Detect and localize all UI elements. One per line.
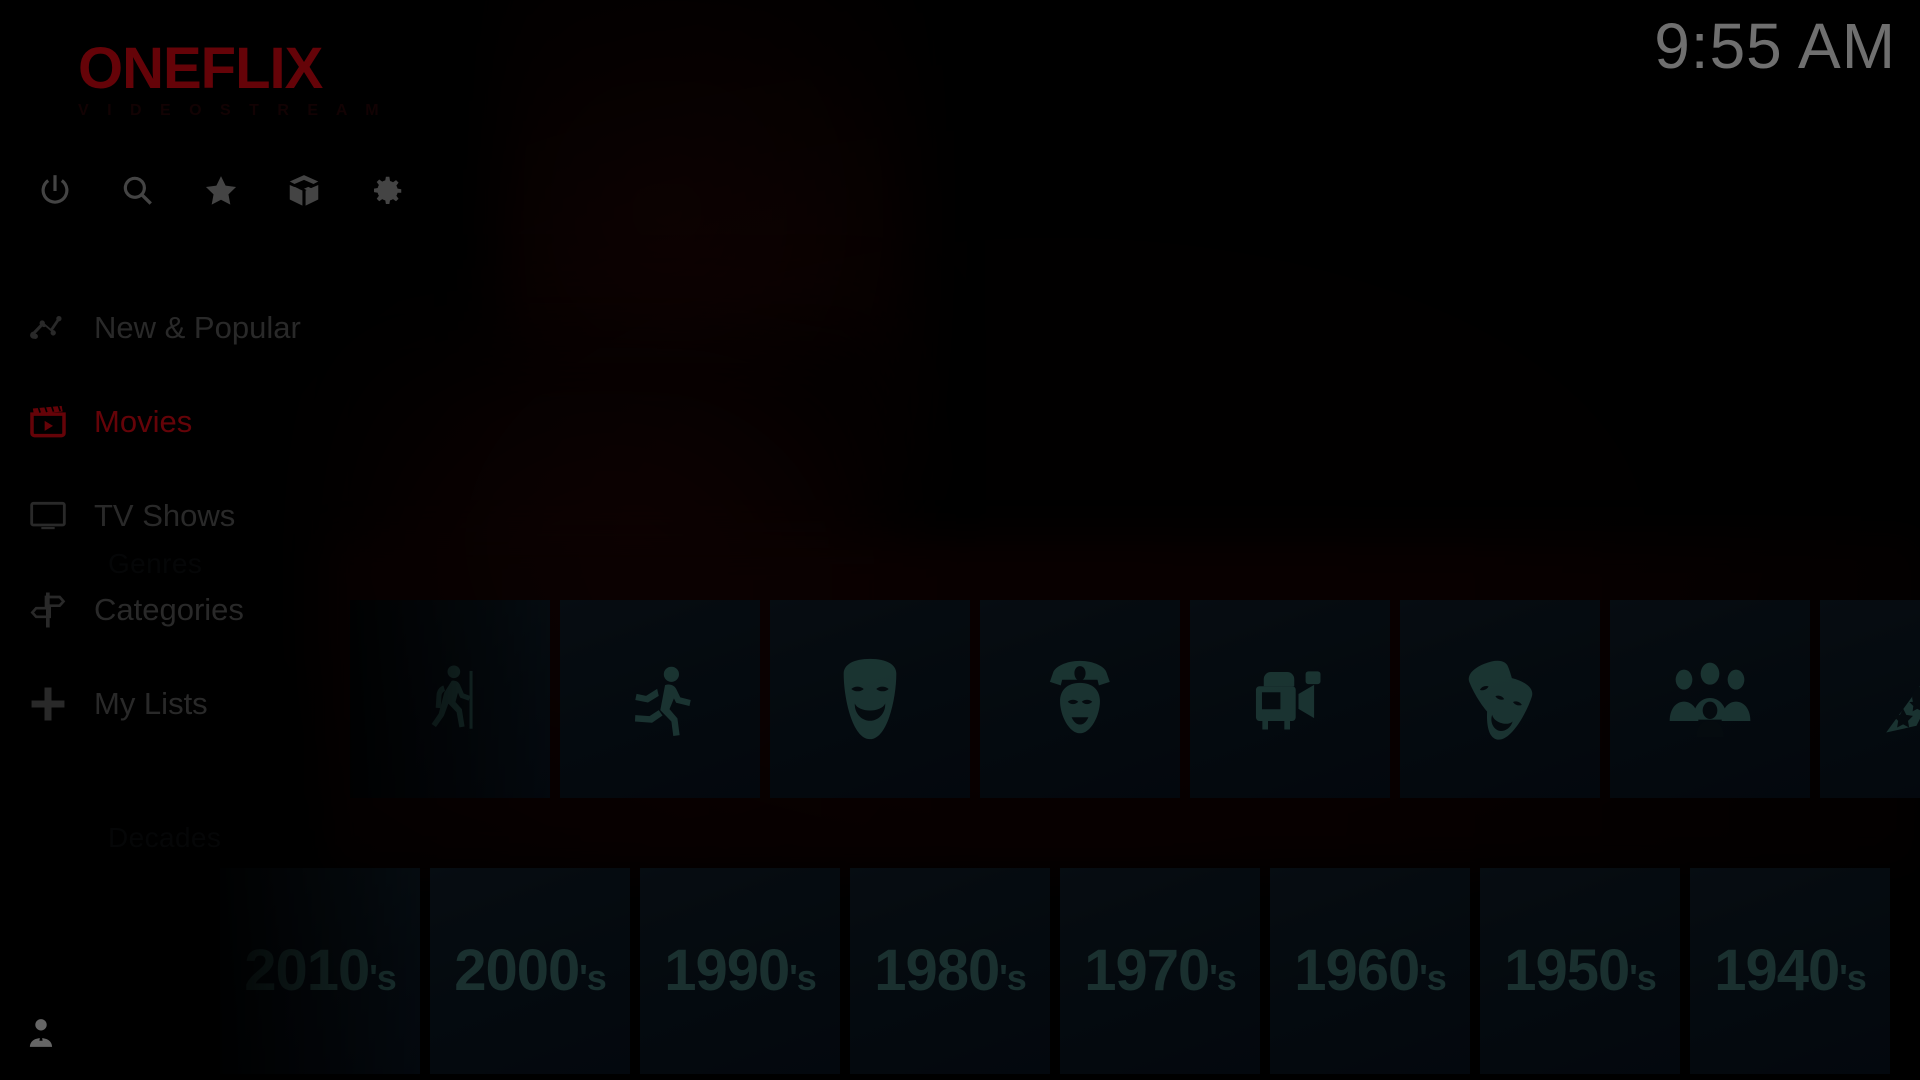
- decade-tile-2000s[interactable]: 2000's: [430, 868, 630, 1074]
- decade-label: 2000's: [454, 938, 607, 1003]
- clapperboard-icon: [24, 402, 72, 442]
- runner-icon: [622, 661, 698, 737]
- clock: 9:55 AM: [1654, 10, 1896, 82]
- decade-label: 2010's: [244, 938, 397, 1003]
- row-title: Decades: [108, 822, 222, 853]
- genre-tile-crime[interactable]: [980, 600, 1180, 798]
- wizard-hat-icon: [1877, 655, 1920, 743]
- decade-label: 1980's: [874, 938, 1027, 1003]
- genre-tile-drama[interactable]: [1400, 600, 1600, 798]
- decade-label: 1990's: [664, 938, 817, 1003]
- decade-tile-1970s[interactable]: 1970's: [1060, 868, 1260, 1074]
- tv-icon: [24, 496, 72, 536]
- genre-tile-adventure[interactable]: [350, 600, 550, 798]
- row-title: Genres: [108, 548, 203, 579]
- decade-tile-1950s[interactable]: 1950's: [1480, 868, 1680, 1074]
- decade-tile-2010s[interactable]: 2010's: [220, 868, 420, 1074]
- genre-tile-documentary[interactable]: [1190, 600, 1390, 798]
- quick-toolbar: [36, 172, 406, 210]
- decade-label: 1970's: [1084, 938, 1237, 1003]
- video-camera-icon: [1247, 660, 1333, 738]
- decade-label: 1940's: [1714, 938, 1867, 1003]
- sidebar-item-tv-shows[interactable]: TV Shows: [24, 488, 404, 544]
- power-icon[interactable]: [36, 172, 74, 210]
- theatre-masks-icon: [1456, 656, 1544, 742]
- police-officer-icon: [1038, 657, 1122, 741]
- sidebar-item-label: Movies: [94, 404, 193, 439]
- genre-tile-comedy[interactable]: [770, 600, 970, 798]
- logo-subtitle: V I D E O S T R E A M: [78, 102, 386, 119]
- row-decades: Decades 2010's 2000's 1990's 1980's 1970…: [0, 822, 1920, 1080]
- logo[interactable]: ONEFLIX V I D E O S T R E A M: [78, 40, 386, 120]
- favorites-icon[interactable]: [202, 172, 240, 210]
- decade-tile-1960s[interactable]: 1960's: [1270, 868, 1470, 1074]
- decade-label: 1960's: [1294, 938, 1447, 1003]
- decade-tile-strip[interactable]: 2010's 2000's 1990's 1980's 1970's 1960'…: [220, 868, 1890, 1074]
- settings-icon[interactable]: [368, 172, 406, 210]
- sidebar-item-label: TV Shows: [94, 498, 236, 533]
- addons-icon[interactable]: [285, 172, 323, 210]
- sidebar-item-label: New & Popular: [94, 310, 301, 345]
- trending-icon: [24, 308, 72, 348]
- genre-tile-action[interactable]: [560, 600, 760, 798]
- hiker-icon: [417, 658, 483, 740]
- comedy-mask-icon: [828, 654, 912, 744]
- sidebar-item-new-and-popular[interactable]: New & Popular: [24, 300, 404, 356]
- people-group-icon: [1666, 659, 1754, 739]
- decade-label: 1950's: [1504, 938, 1657, 1003]
- search-icon[interactable]: [119, 172, 157, 210]
- genre-tile-family[interactable]: [1610, 600, 1810, 798]
- oneflix-home-screen: 9:55 AM ONEFLIX V I D E O S T R E A M Ne…: [0, 0, 1920, 1080]
- decade-tile-1980s[interactable]: 1980's: [850, 868, 1050, 1074]
- decade-tile-1990s[interactable]: 1990's: [640, 868, 840, 1074]
- genre-tile-strip[interactable]: [350, 600, 1920, 798]
- sidebar-item-movies[interactable]: Movies: [24, 394, 404, 450]
- row-genres: Genres: [0, 548, 1920, 802]
- decade-tile-1940s[interactable]: 1940's: [1690, 868, 1890, 1074]
- logo-text: ONEFLIX: [78, 36, 323, 101]
- genre-tile-fantasy[interactable]: [1820, 600, 1920, 798]
